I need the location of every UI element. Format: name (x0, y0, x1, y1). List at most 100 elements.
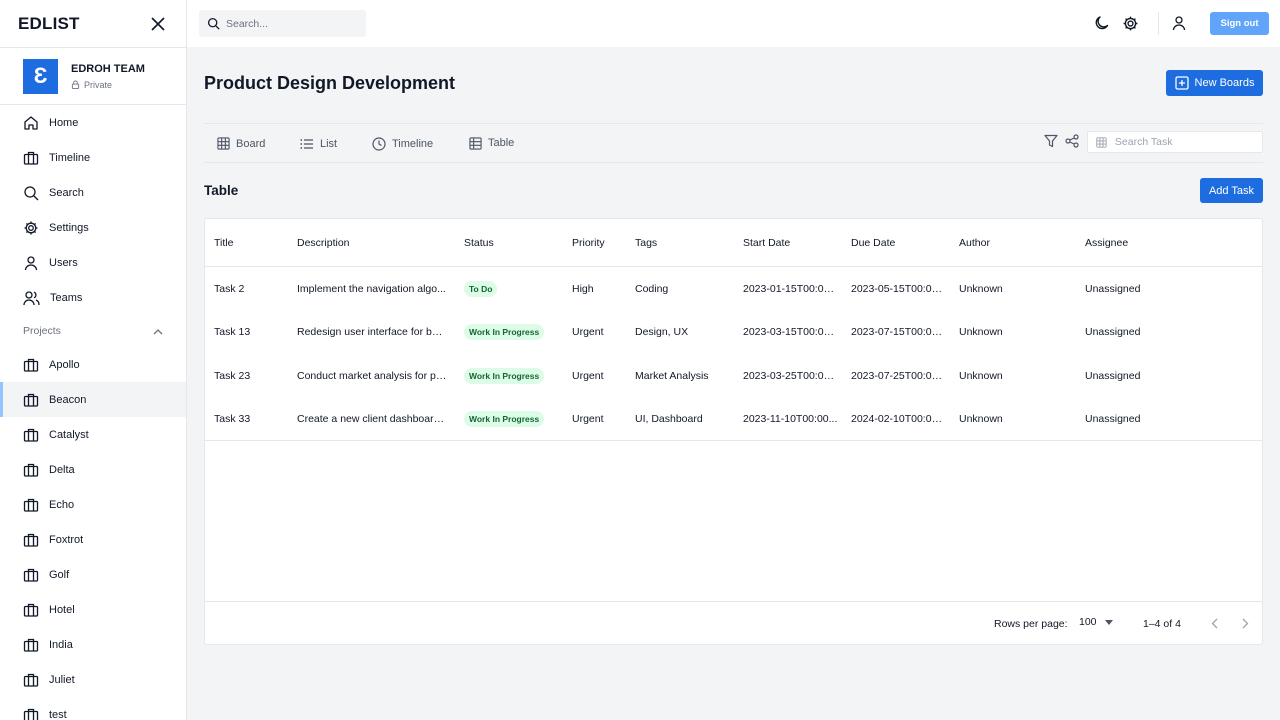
briefcase-icon (23, 393, 39, 407)
sign-out-button[interactable]: Sign out (1210, 12, 1269, 35)
next-page-button[interactable] (1237, 615, 1253, 631)
section-title: Table (204, 183, 239, 198)
cell-text: Unknown (959, 413, 1003, 425)
table-cell-start-date: 2023-03-15T00:00... (743, 311, 838, 354)
sidebar-item-timeline[interactable]: Timeline (0, 140, 186, 175)
sidebar-item-echo[interactable]: Echo (0, 487, 186, 522)
sidebar-brand: EDLIST (0, 0, 186, 47)
cell-text: 2023-07-25T00:00... (851, 369, 946, 382)
table-row[interactable]: Task 23 Conduct market analysis for pr...… (205, 354, 1262, 397)
cell-text: 2023-11-10T00:00... (743, 413, 838, 425)
column-header-tags[interactable]: Tags (635, 219, 657, 267)
sidebar-item-label: Search (49, 186, 84, 199)
briefcase-icon (23, 358, 39, 372)
sidebar-item-hotel[interactable]: Hotel (0, 592, 186, 627)
sidebar-item-label: Timeline (49, 151, 91, 164)
settings-button[interactable] (1120, 13, 1140, 33)
new-boards-button[interactable]: New Boards (1166, 70, 1263, 96)
search-input[interactable] (226, 17, 356, 30)
sidebar-item-settings[interactable]: Settings (0, 210, 186, 245)
table-cell-due-date: 2024-02-10T00:00... (851, 398, 946, 441)
user-icon (24, 255, 38, 270)
cell-text: Unassigned (1085, 369, 1141, 382)
tab-list[interactable]: List (300, 124, 337, 163)
cell-text: 2023-01-15T00:00... (743, 282, 838, 295)
table-cell-start-date: 2023-03-25T00:00... (743, 354, 838, 397)
briefcase-icon (23, 638, 39, 652)
users-icon (23, 290, 40, 305)
tab-board[interactable]: Board (217, 124, 265, 163)
column-header-due-date[interactable]: Due Date (851, 219, 895, 267)
sidebar-item-juliet[interactable]: Juliet (0, 662, 186, 697)
table-icon (469, 136, 482, 150)
sidebar-item-catalyst[interactable]: Catalyst (0, 417, 186, 452)
cell-text: Urgent (572, 413, 604, 425)
sidebar-item-golf[interactable]: Golf (0, 557, 186, 592)
table-cell-status: To Do (464, 267, 564, 310)
prev-page-button[interactable] (1206, 615, 1222, 631)
sidebar-item-search[interactable]: Search (0, 175, 186, 210)
table-footer: Rows per page: 100 1–4 of 4 (205, 601, 1262, 645)
table-row[interactable]: Task 13 Redesign user interface for bet..… (205, 311, 1262, 354)
table-cell-priority: Urgent (572, 311, 630, 354)
task-search-input[interactable] (1114, 136, 1254, 148)
cell-text: Task 13 (214, 326, 251, 338)
sidebar-item-beacon[interactable]: Beacon (0, 382, 186, 417)
status-badge: Work In Progress (464, 411, 545, 427)
filter-button[interactable] (1043, 133, 1059, 149)
table-cell-status: Work In Progress (464, 354, 564, 397)
column-header-status[interactable]: Status (464, 219, 494, 267)
sidebar-item-foxtrot[interactable]: Foxtrot (0, 522, 186, 557)
team-privacy: Private (71, 80, 145, 90)
team-name: EDROH TEAM (71, 62, 145, 75)
column-header-priority[interactable]: Priority (572, 219, 605, 267)
column-header-assignee[interactable]: Assignee (1085, 219, 1128, 267)
projects-toggle[interactable]: Projects (0, 315, 186, 347)
table-cell-start-date: 2023-11-10T00:00... (743, 398, 838, 441)
table-cell-assignee: Unassigned (1085, 267, 1235, 310)
sidebar-item-delta[interactable]: Delta (0, 452, 186, 487)
sidebar-item-label: test (49, 708, 67, 720)
tab-label: Timeline (392, 137, 434, 150)
tab-timeline[interactable]: Timeline (372, 124, 433, 163)
dark-mode-toggle[interactable] (1092, 13, 1112, 33)
sidebar-item-test[interactable]: test (0, 697, 186, 720)
sidebar-item-home[interactable]: Home (0, 105, 186, 140)
sidebar-item-teams[interactable]: Teams (0, 280, 186, 315)
table-cell-due-date: 2023-05-15T00:00... (851, 267, 946, 310)
share-button[interactable] (1064, 133, 1080, 149)
close-icon[interactable] (148, 14, 168, 34)
new-boards-label: New Boards (1194, 77, 1255, 89)
sidebar-item-label: Beacon (49, 393, 87, 406)
task-search[interactable] (1087, 131, 1263, 153)
column-header-author[interactable]: Author (959, 219, 990, 267)
page-title: Product Design Development (204, 73, 456, 93)
sidebar-item-label: Teams (50, 291, 83, 304)
sidebar-item-apollo[interactable]: Apollo (0, 347, 186, 382)
table-row[interactable]: Task 33 Create a new client dashboard ...… (205, 398, 1262, 441)
search-icon (207, 17, 220, 30)
clock-icon (372, 136, 386, 151)
cell-text: 2023-05-15T00:00... (851, 282, 946, 295)
profile-button[interactable] (1169, 13, 1189, 33)
briefcase-icon (23, 151, 39, 165)
cell-text: Task 2 (214, 282, 245, 295)
table-cell-assignee: Unassigned (1085, 398, 1235, 441)
rows-per-page-select[interactable]: 100 (1079, 616, 1113, 628)
add-task-button[interactable]: Add Task (1200, 178, 1263, 203)
status-badge: To Do (464, 280, 498, 297)
sidebar: EDLIST Ɛ EDROH TEAM Private Home Timelin… (0, 0, 187, 720)
share-icon (1065, 134, 1079, 148)
column-header-title[interactable]: Title (214, 219, 233, 267)
sidebar-item-india[interactable]: India (0, 627, 186, 662)
global-search[interactable] (199, 10, 366, 37)
tab-table[interactable]: Table (457, 124, 527, 163)
column-header-start-date[interactable]: Start Date (743, 219, 790, 267)
column-header-description[interactable]: Description (297, 219, 350, 267)
cell-text: Market Analysis (635, 369, 709, 382)
team-card[interactable]: Ɛ EDROH TEAM Private (0, 47, 186, 105)
table-row[interactable]: Task 2 Implement the navigation algo... To… (205, 267, 1262, 310)
task-table: Title Description Status Priority Tags Start … (204, 218, 1263, 645)
table-cell-status: Work In Progress (464, 398, 564, 441)
sidebar-item-users[interactable]: Users (0, 245, 186, 280)
